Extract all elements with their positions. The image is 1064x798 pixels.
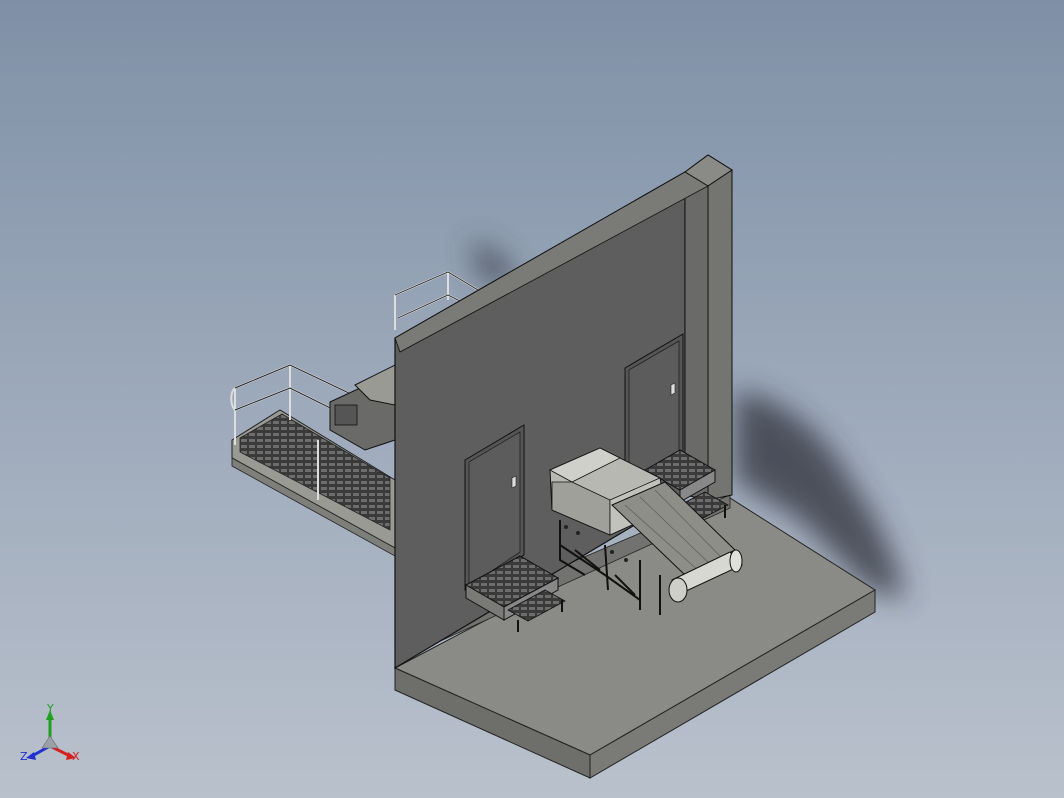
door-right-handle-icon xyxy=(670,382,676,396)
triad-z-label: Z xyxy=(20,750,28,763)
model-3d-scene[interactable] xyxy=(0,0,1064,798)
machine-unit-behind-wall xyxy=(329,364,396,451)
coordinate-triad: Y X Z xyxy=(20,702,80,763)
triad-y-label: Y xyxy=(46,702,54,715)
graphics-viewport[interactable]: Y X Z xyxy=(0,0,1064,798)
door-left-handle-icon xyxy=(511,475,517,489)
triad-x-label: X xyxy=(72,750,80,763)
